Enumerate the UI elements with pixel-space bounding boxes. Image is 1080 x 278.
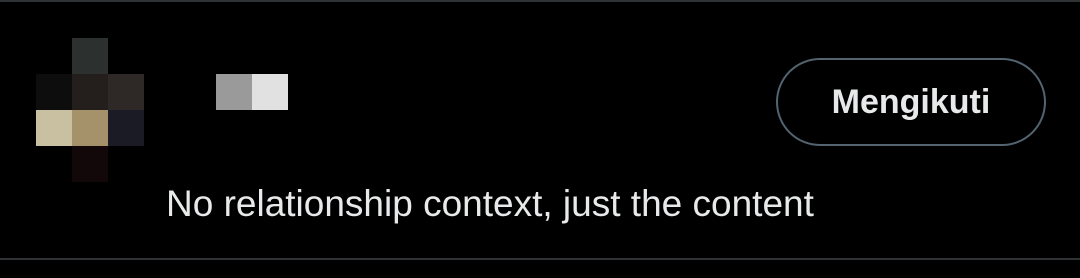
avatar-pixel — [36, 74, 72, 110]
user-cell[interactable]: Mengikuti No relationship context, just … — [0, 2, 1080, 258]
bottom-divider — [0, 258, 1080, 260]
avatar-pixel — [108, 110, 144, 146]
avatar-pixel — [72, 74, 108, 110]
user-name-redacted[interactable] — [216, 74, 288, 110]
avatar-pixel — [72, 38, 108, 74]
name-pixel — [252, 74, 288, 110]
avatar-pixel — [36, 110, 72, 146]
following-button[interactable]: Mengikuti — [776, 58, 1046, 146]
user-bio: No relationship context, just the conten… — [166, 183, 814, 224]
avatar[interactable] — [36, 38, 144, 182]
avatar-pixel — [72, 110, 108, 146]
avatar-pixel — [72, 146, 108, 182]
name-pixel — [216, 74, 252, 110]
avatar-pixel — [108, 74, 144, 110]
